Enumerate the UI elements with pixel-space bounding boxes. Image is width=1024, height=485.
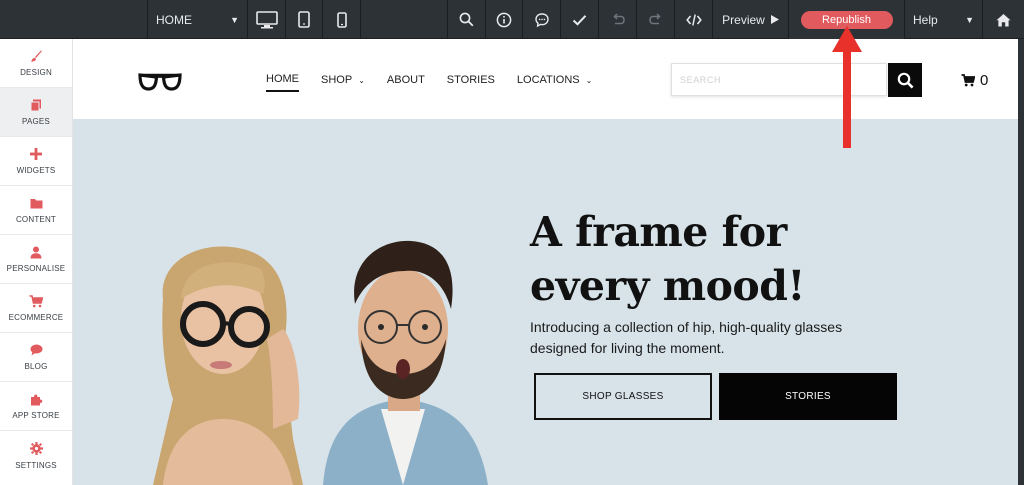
pages-icon [29,98,43,112]
plus-icon [29,147,43,161]
check-icon [572,14,587,26]
sidebar-item-ecommerce[interactable]: ECOMMERCE [0,284,72,333]
chevron-down-icon: ⌄ [585,75,593,85]
sidebar-item-label: PERSONALISE [6,264,66,273]
hero-section: A frame for every mood! Introducing a co… [73,119,1018,485]
nav-label: SHOP [321,74,353,86]
desktop-view-button[interactable] [247,0,285,39]
sidebar-item-settings[interactable]: SETTINGS [0,431,72,480]
hero-subtitle: Introducing a collection of hip, high-qu… [530,317,900,359]
chat-icon [29,343,43,357]
hero-subtitle-line: designed for living the moment. [530,340,725,356]
info-button[interactable] [485,0,522,39]
nav-label: LOCATIONS [516,74,580,86]
comment-icon [534,12,550,28]
sidebar-item-label: PAGES [22,117,50,126]
arrow-annotation-icon [832,26,862,148]
sidebar-item-label: ECOMMERCE [8,313,64,322]
nav-stories[interactable]: STORIES [447,73,495,92]
sidebar-item-pages[interactable]: PAGES [0,88,72,137]
sidebar-item-label: APP STORE [12,411,60,420]
tablet-view-button[interactable] [285,0,322,39]
desktop-icon [255,10,278,29]
chevron-down-icon: ▼ [965,14,974,25]
cart-count: 0 [980,72,989,89]
toolbar-spacer [360,0,447,39]
sidebar-item-label: WIDGETS [16,166,56,175]
sidebar-item-label: BLOG [24,362,48,371]
sidebar-item-app-store[interactable]: APP STORE [0,382,72,431]
nav-home[interactable]: HOME [266,73,299,92]
stories-button[interactable]: STORIES [719,373,897,420]
site-search-button[interactable] [888,63,922,97]
sidebar-item-label: DESIGN [20,68,52,77]
redo-button[interactable] [636,0,674,39]
sidebar-item-label: CONTENT [15,215,57,224]
play-icon [770,15,779,24]
comments-button[interactable] [522,0,560,39]
home-button[interactable] [982,0,1024,39]
undo-button[interactable] [598,0,636,39]
cart-icon [29,294,43,308]
preview-label: Preview [722,12,765,27]
chevron-down-icon: ▼ [230,14,239,25]
code-button[interactable] [674,0,712,39]
nav-about[interactable]: ABOUT [387,73,425,92]
site-cart[interactable]: 0 [961,72,988,89]
sidebar-item-widgets[interactable]: WIDGETS [0,137,72,186]
editor-sidebar: DESIGN PAGES WIDGETS CONTENT PERSONALISE [0,39,73,485]
undo-icon [611,13,625,26]
page-selector[interactable]: HOME ▼ [147,0,247,39]
redo-icon [648,13,663,26]
cart-icon [961,74,975,87]
search-icon [459,12,474,27]
site-canvas: HOME SHOP ⌄ ABOUT STORIES LOCATIONS ⌄ SE… [73,39,1018,485]
help-menu[interactable]: Help ▼ [904,0,982,39]
nav-shop[interactable]: SHOP ⌄ [321,73,365,92]
editor-toolbar: HOME ▼ Preview Republish Help ▼ [0,0,1024,39]
check-button[interactable] [560,0,598,39]
home-icon [996,13,1011,27]
page-selector-value: HOME [156,12,192,27]
search-icon [897,72,914,89]
sidebar-item-blog[interactable]: BLOG [0,333,72,382]
hero-title-line: A frame for [530,208,787,256]
search-button[interactable] [447,0,485,39]
gear-icon [29,442,43,456]
help-label: Help [913,12,938,27]
code-icon [685,13,702,27]
sidebar-item-content[interactable]: CONTENT [0,186,72,235]
hero-title-line: every mood! [530,262,805,310]
shop-glasses-button[interactable]: SHOP GLASSES [534,373,712,420]
info-icon [496,12,512,28]
hero-title: A frame for every mood! [530,205,860,313]
mobile-view-button[interactable] [322,0,360,39]
hero-subtitle-line: Introducing a collection of hip, high-qu… [530,319,843,335]
chevron-down-icon: ⌄ [358,75,365,85]
nav-label: HOME [266,73,299,85]
puzzle-icon [29,392,43,406]
folder-icon [29,196,43,210]
site-header: HOME SHOP ⌄ ABOUT STORIES LOCATIONS ⌄ SE… [73,39,1018,119]
sidebar-item-design[interactable]: DESIGN [0,39,72,88]
hero-people-image [153,240,488,485]
mobile-icon [336,11,347,28]
sidebar-item-personalise[interactable]: PERSONALISE [0,235,72,284]
canvas-scrollbar[interactable] [1018,39,1024,485]
glasses-logo-icon[interactable] [137,72,183,97]
nav-locations[interactable]: LOCATIONS ⌄ [517,73,592,92]
sidebar-item-label: SETTINGS [15,460,57,470]
editor-window: HOME ▼ Preview Republish Help ▼ DESIGN P… [0,0,1024,485]
person-icon [29,245,43,259]
tablet-icon [298,11,310,28]
brush-icon [29,49,43,63]
preview-button[interactable]: Preview [712,0,788,39]
nav-label: ABOUT [386,74,425,86]
nav-label: STORIES [446,74,495,86]
site-nav: HOME SHOP ⌄ ABOUT STORIES LOCATIONS ⌄ [266,73,592,92]
